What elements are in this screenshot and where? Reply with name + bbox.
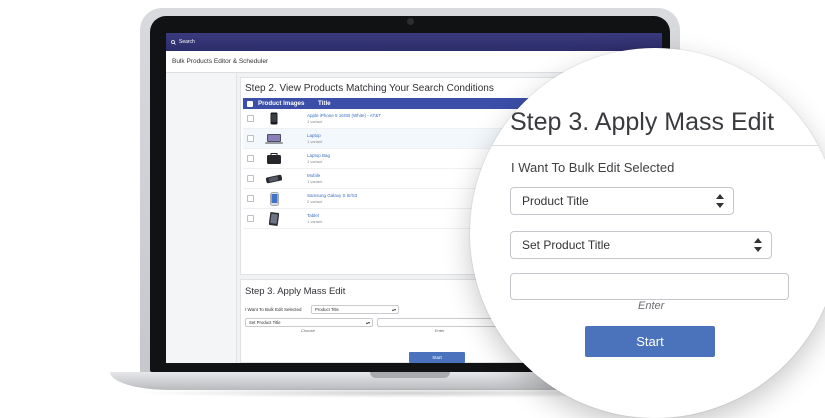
- column-header-images: Product Images: [258, 100, 305, 107]
- search-label: Search: [179, 39, 195, 45]
- row-checkbox[interactable]: [247, 215, 254, 222]
- step3-title: Step 3. Apply Mass Edit: [510, 108, 775, 136]
- updown-arrow-icon: ▴▾: [365, 320, 370, 325]
- phone-icon: [264, 191, 284, 206]
- enter-caption-small: Enter: [434, 328, 445, 333]
- variant-count: 1 variant: [307, 158, 323, 164]
- laptop-notch: [370, 372, 450, 378]
- product-title-link[interactable]: Apple iPhone 5 16GB (White) - AT&T: [307, 113, 381, 119]
- column-header-title: Title: [318, 100, 331, 107]
- product-title-link[interactable]: Laptop: [307, 133, 322, 139]
- laptop-icon: [264, 132, 284, 146]
- updown-arrow-icon: [754, 238, 762, 252]
- phone-icon: [264, 112, 284, 126]
- enter-caption: Enter: [638, 300, 665, 312]
- field-select-value: Product Title: [522, 194, 589, 208]
- row-checkbox[interactable]: [247, 115, 254, 122]
- action-select-value: Set Product Title: [522, 238, 611, 252]
- zoom-magnifier: Step 3. Apply Mass Edit I Want To Bulk E…: [470, 48, 825, 418]
- left-sidebar: [166, 73, 237, 363]
- variant-count: 1 variant: [307, 178, 323, 184]
- divider: [470, 145, 825, 146]
- action-select-value: Set Product Title: [249, 320, 281, 325]
- variant-count: 1 variant: [307, 218, 323, 224]
- variant-count: 1 variant: [307, 138, 323, 144]
- start-button[interactable]: Start: [585, 326, 715, 357]
- start-button-small[interactable]: Start: [409, 352, 465, 363]
- app-title: Bulk Products Editor & Scheduler: [172, 58, 269, 65]
- bulk-edit-label: I Want To Bulk Edit Selected: [245, 307, 302, 312]
- choose-caption: Choose: [301, 328, 315, 333]
- search-icon: [171, 39, 176, 45]
- variant-count: 1 variant: [307, 118, 323, 124]
- field-select-small[interactable]: Product Title ▴▾: [311, 305, 399, 314]
- select-all-checkbox[interactable]: [247, 100, 253, 107]
- field-select[interactable]: Product Title: [510, 187, 734, 215]
- field-select-value: Product Title: [315, 307, 339, 312]
- tablet-icon: [264, 211, 284, 226]
- bulk-edit-label-zoomed: I Want To Bulk Edit Selected: [511, 160, 675, 175]
- bag-icon: [264, 152, 284, 166]
- variant-count: 2 variant: [307, 198, 323, 204]
- row-checkbox[interactable]: [247, 135, 254, 142]
- updown-arrow-icon: ▴▾: [391, 307, 396, 312]
- mobile-icon: [264, 172, 284, 186]
- action-select[interactable]: Set Product Title: [510, 231, 772, 259]
- product-title-link[interactable]: Mobile: [307, 173, 322, 179]
- product-title-link[interactable]: Samsung Galaxy S III/S3: [307, 193, 357, 199]
- row-checkbox[interactable]: [247, 195, 254, 202]
- action-select-small[interactable]: Set Product Title ▴▾: [245, 318, 373, 327]
- row-checkbox[interactable]: [247, 155, 254, 162]
- row-checkbox[interactable]: [247, 175, 254, 182]
- value-input[interactable]: [510, 273, 789, 300]
- camera-icon: [407, 18, 414, 25]
- product-title-link[interactable]: Laptop Bag: [307, 153, 330, 159]
- updown-arrow-icon: [716, 194, 724, 208]
